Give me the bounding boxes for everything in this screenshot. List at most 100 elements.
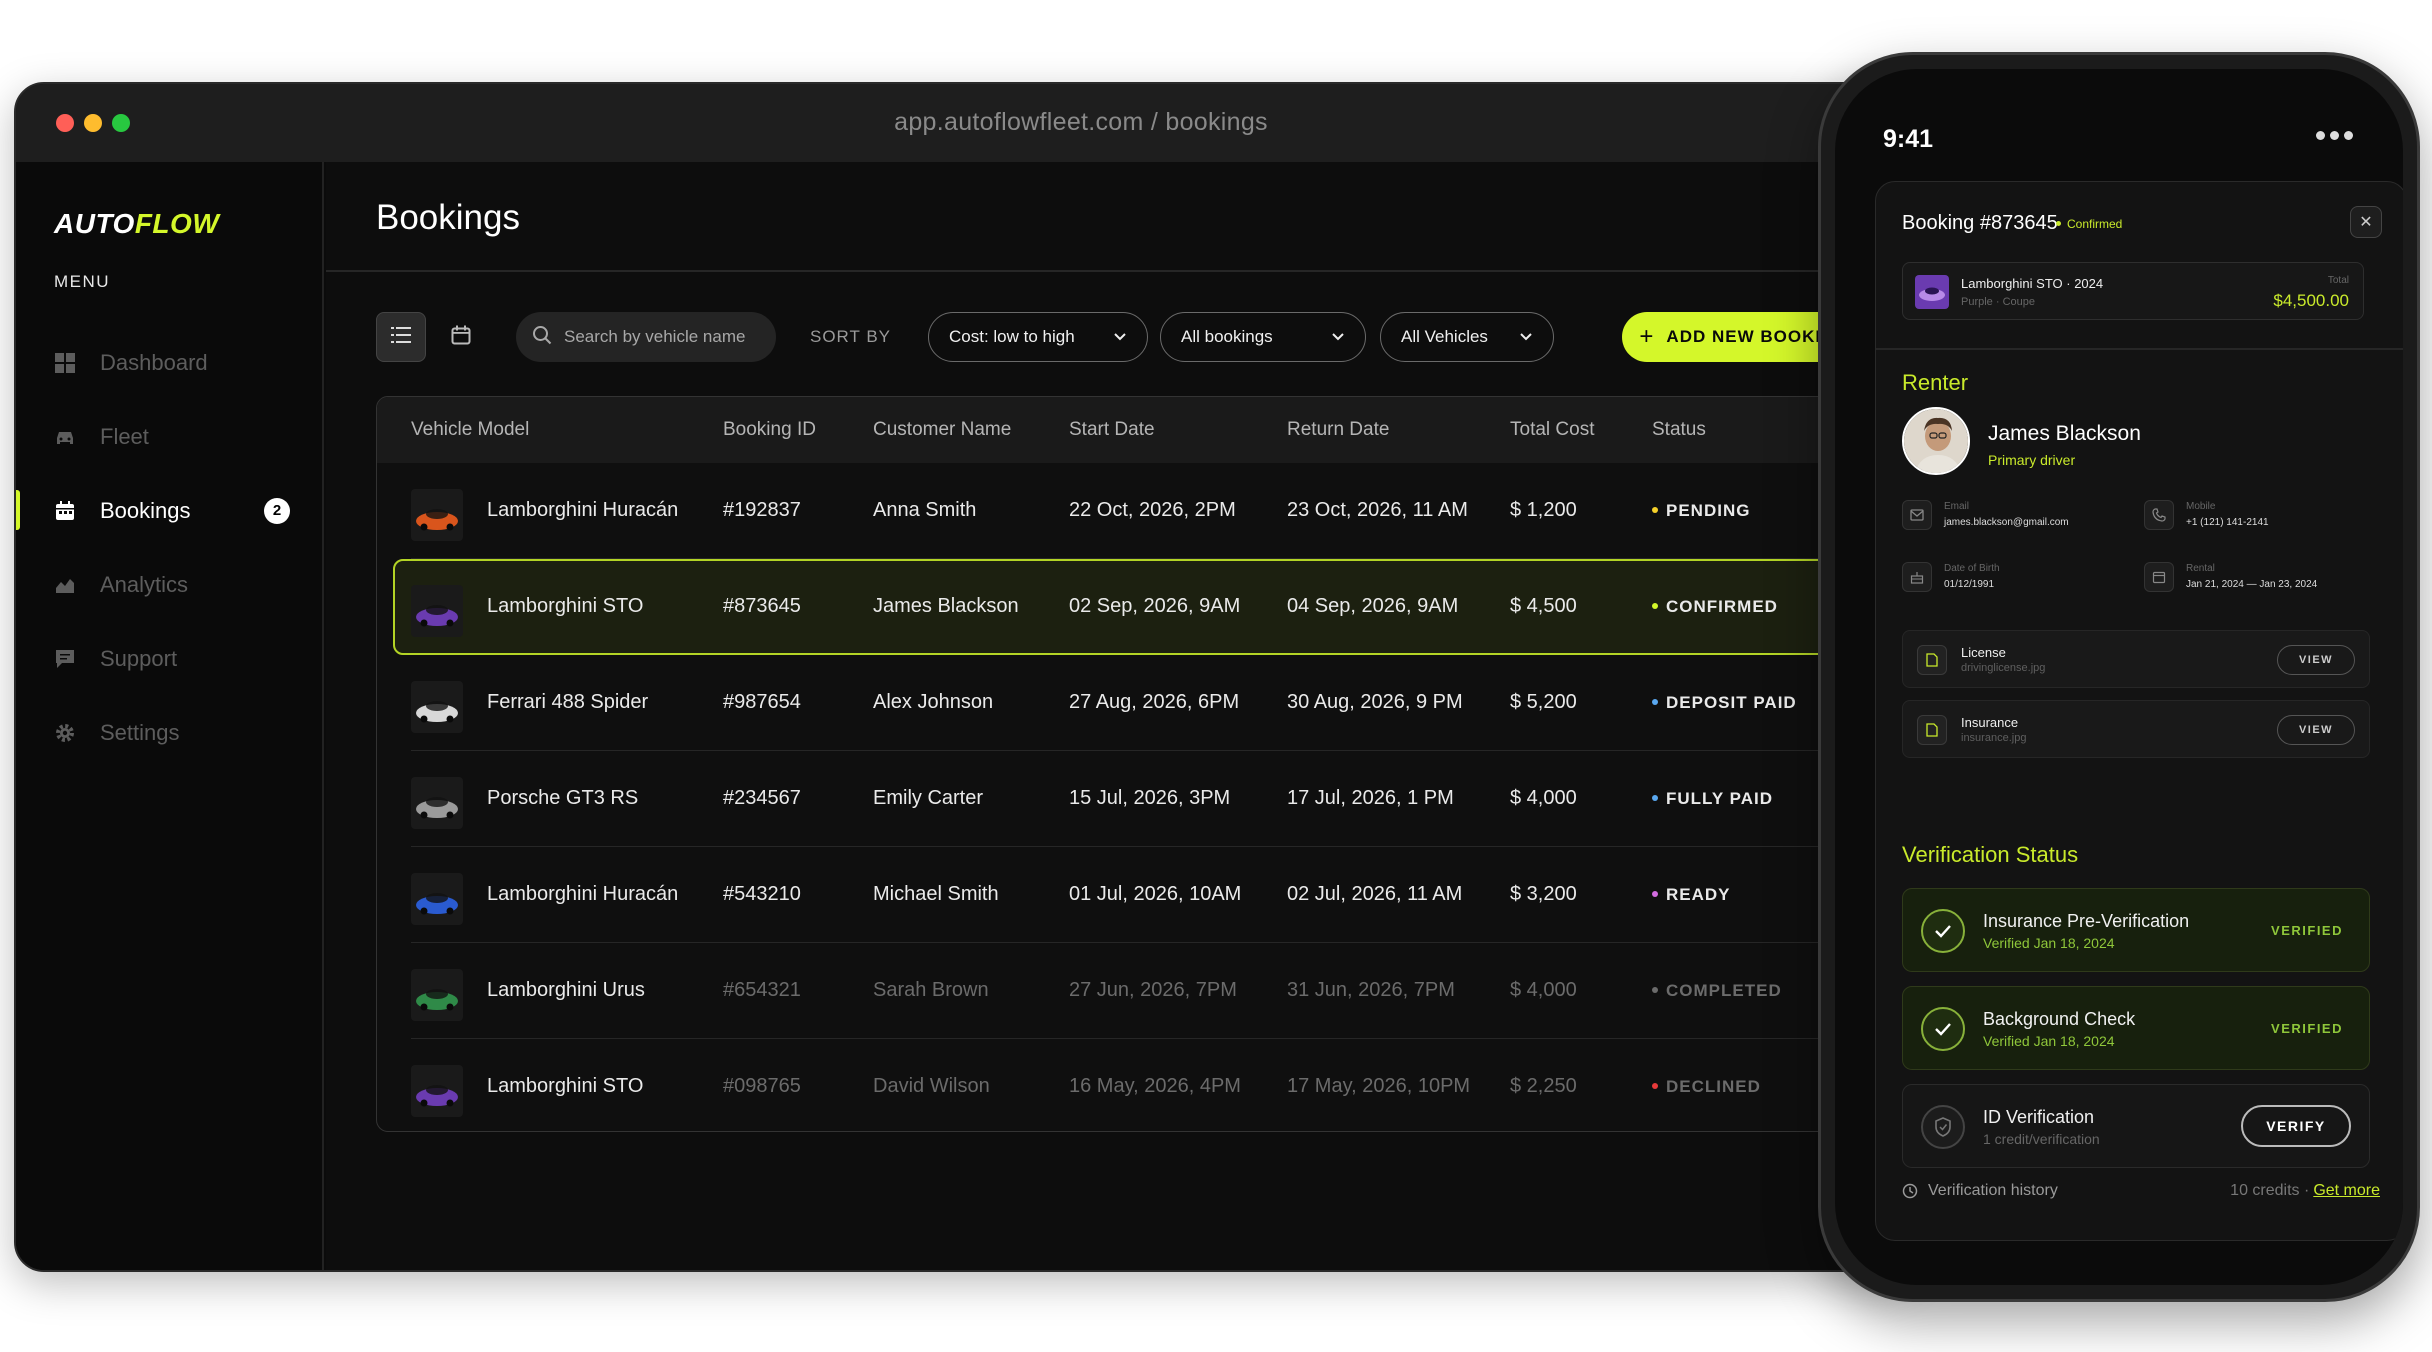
bookings-filter-dropdown[interactable]: All bookings xyxy=(1160,312,1366,362)
bookings-count-badge: 2 xyxy=(264,498,290,524)
cake-icon xyxy=(1902,562,1932,592)
column-header-return-date[interactable]: Return Date xyxy=(1287,419,1389,441)
phone-screen: 9:41 Booking #873645 Confirmed ✕ Lamborg… xyxy=(1835,69,2403,1285)
booking-id: #543210 xyxy=(723,883,801,905)
vehicle-thumbnail xyxy=(411,681,463,733)
plus-icon: + xyxy=(1639,323,1655,350)
dob-value: 01/12/1991 xyxy=(1944,579,1995,590)
table-row[interactable]: Porsche GT3 RS #234567 Emily Carter 15 Jul,… xyxy=(377,751,1912,847)
vehicle-thumbnail xyxy=(411,873,463,925)
table-row[interactable]: Lamborghini Huracán #192837 Anna Smith 22 O… xyxy=(377,463,1912,559)
vehicle-model: Porsche GT3 RS xyxy=(487,787,639,809)
sidebar-item-label: Analytics xyxy=(100,572,189,597)
return-date: 17 May, 2026, 10PM xyxy=(1287,1075,1471,1097)
search-input[interactable] xyxy=(564,327,764,347)
customer-name: Anna Smith xyxy=(873,499,977,521)
sort-value: Cost: low to high xyxy=(949,327,1075,346)
sidebar-item-settings[interactable]: Settings xyxy=(16,696,322,770)
renter-section-title: Renter xyxy=(1902,370,1969,395)
header-divider xyxy=(326,270,1912,272)
id-verification-item: ID Verification 1 credit/verification VE… xyxy=(1902,1084,2370,1168)
customer-name: Sarah Brown xyxy=(873,979,989,1001)
column-header-vehicle[interactable]: Vehicle Model xyxy=(411,419,529,441)
start-date: 27 Aug, 2026, 6PM xyxy=(1069,691,1240,713)
status-dot xyxy=(1652,1082,1658,1089)
chevron-down-icon xyxy=(1331,327,1345,347)
email-value[interactable]: james.blackson@gmail.com xyxy=(1944,517,2069,528)
app-logo[interactable]: AUTOFLOW xyxy=(54,208,219,240)
view-insurance-button[interactable]: VIEW xyxy=(2277,715,2355,745)
total-label: Total xyxy=(2327,275,2349,286)
chat-icon xyxy=(54,648,76,670)
address-bar[interactable]: app.autoflowfleet.com / bookings xyxy=(16,108,1912,137)
status-dot xyxy=(1652,794,1658,801)
sidebar-item-label: Fleet xyxy=(100,424,149,449)
column-header-start-date[interactable]: Start Date xyxy=(1069,419,1155,441)
list-view-button[interactable] xyxy=(376,312,426,362)
verified-badge: VERIFIED xyxy=(2271,923,2343,938)
get-more-link[interactable]: Get more xyxy=(2313,1182,2380,1199)
column-header-total-cost[interactable]: Total Cost xyxy=(1510,419,1594,441)
gear-icon xyxy=(54,722,76,744)
table-header: Vehicle Model Booking ID Customer Name S… xyxy=(377,397,1912,463)
column-header-customer[interactable]: Customer Name xyxy=(873,419,1011,441)
column-header-booking-id[interactable]: Booking ID xyxy=(723,419,816,441)
status-dot xyxy=(1652,506,1658,513)
calendar-view-button[interactable] xyxy=(436,312,486,362)
status-badge: CONFIRMED xyxy=(1652,597,1778,617)
start-date: 02 Sep, 2026, 9AM xyxy=(1069,595,1241,617)
rental-label: Rental xyxy=(2186,563,2215,574)
chart-icon xyxy=(54,574,76,596)
vehicle-thumbnail xyxy=(411,585,463,637)
vehicles-filter-dropdown[interactable]: All Vehicles xyxy=(1380,312,1554,362)
more-options-icon[interactable] xyxy=(2316,131,2353,140)
status-badge: DEPOSIT PAID xyxy=(1652,693,1797,713)
email-label: Email xyxy=(1944,501,1970,512)
booking-id: #987654 xyxy=(723,691,801,713)
verification-history-link[interactable]: Verification history xyxy=(1902,1182,2058,1200)
sidebar-item-fleet[interactable]: Fleet xyxy=(16,400,322,474)
sort-dropdown[interactable]: Cost: low to high xyxy=(928,312,1148,362)
insurance-document: Insurance insurance.jpg VIEW xyxy=(1902,700,2370,758)
status-dot xyxy=(1652,698,1658,705)
status-text: READY xyxy=(1666,885,1731,904)
sort-label: SORT BY xyxy=(810,327,892,346)
table-row[interactable]: Ferrari 488 Spider #987654 Alex Johnson 27 … xyxy=(377,655,1912,751)
booking-id: #654321 xyxy=(723,979,801,1001)
verify-button[interactable]: VERIFY xyxy=(2241,1105,2351,1147)
sidebar-item-dashboard[interactable]: Dashboard xyxy=(16,326,322,400)
table-row[interactable]: Lamborghini STO #873645 James Blackson 02 S… xyxy=(377,553,1912,661)
vehicle-details: Purple · Coupe xyxy=(1961,296,2035,308)
license-document: License drivinglicense.jpg VIEW xyxy=(1902,630,2370,688)
bookings-table: Vehicle Model Booking ID Customer Name S… xyxy=(376,396,1912,1132)
status-dot xyxy=(1652,602,1658,609)
close-button[interactable]: ✕ xyxy=(2350,206,2382,238)
total-cost: $ 1,200 xyxy=(1510,499,1577,521)
sidebar-item-bookings[interactable]: Bookings 2 xyxy=(16,474,322,548)
return-date: 17 Jul, 2026, 1 PM xyxy=(1287,787,1454,809)
vehicle-thumbnail xyxy=(411,1065,463,1117)
verification-title: ID Verification xyxy=(1983,1107,2095,1127)
status-bar-time: 9:41 xyxy=(1883,125,1934,153)
sidebar-item-support[interactable]: Support xyxy=(16,622,322,696)
rental-value: Jan 21, 2024 — Jan 23, 2024 xyxy=(2186,579,2318,590)
start-date: 01 Jul, 2026, 10AM xyxy=(1069,883,1242,905)
page-title: Bookings xyxy=(376,198,520,237)
toolbar: SORT BY Cost: low to high All bookings A… xyxy=(376,312,1912,362)
return-date: 04 Sep, 2026, 9AM xyxy=(1287,595,1459,617)
avatar[interactable] xyxy=(1902,407,1970,475)
mobile-value[interactable]: +1 (121) 141-2141 xyxy=(2186,517,2269,528)
total-cost: $ 4,500 xyxy=(1510,595,1577,617)
phone-icon xyxy=(2144,500,2174,530)
search-box[interactable] xyxy=(516,312,776,362)
list-icon xyxy=(391,326,411,349)
table-row[interactable]: Lamborghini Urus #654321 Sarah Brown 27 Jun… xyxy=(377,943,1912,1039)
view-license-button[interactable]: VIEW xyxy=(2277,645,2355,675)
booking-status-text: Confirmed xyxy=(2067,217,2123,231)
table-row[interactable]: Lamborghini Huracán #543210 Michael Smith 0… xyxy=(377,847,1912,943)
column-header-status[interactable]: Status xyxy=(1652,419,1706,441)
table-row[interactable]: Lamborghini STO #098765 David Wilson 16 May… xyxy=(377,1039,1912,1131)
sidebar-item-analytics[interactable]: Analytics xyxy=(16,548,322,622)
start-date: 27 Jun, 2026, 7PM xyxy=(1069,979,1237,1001)
logo-text-flow: FLOW xyxy=(134,208,220,239)
